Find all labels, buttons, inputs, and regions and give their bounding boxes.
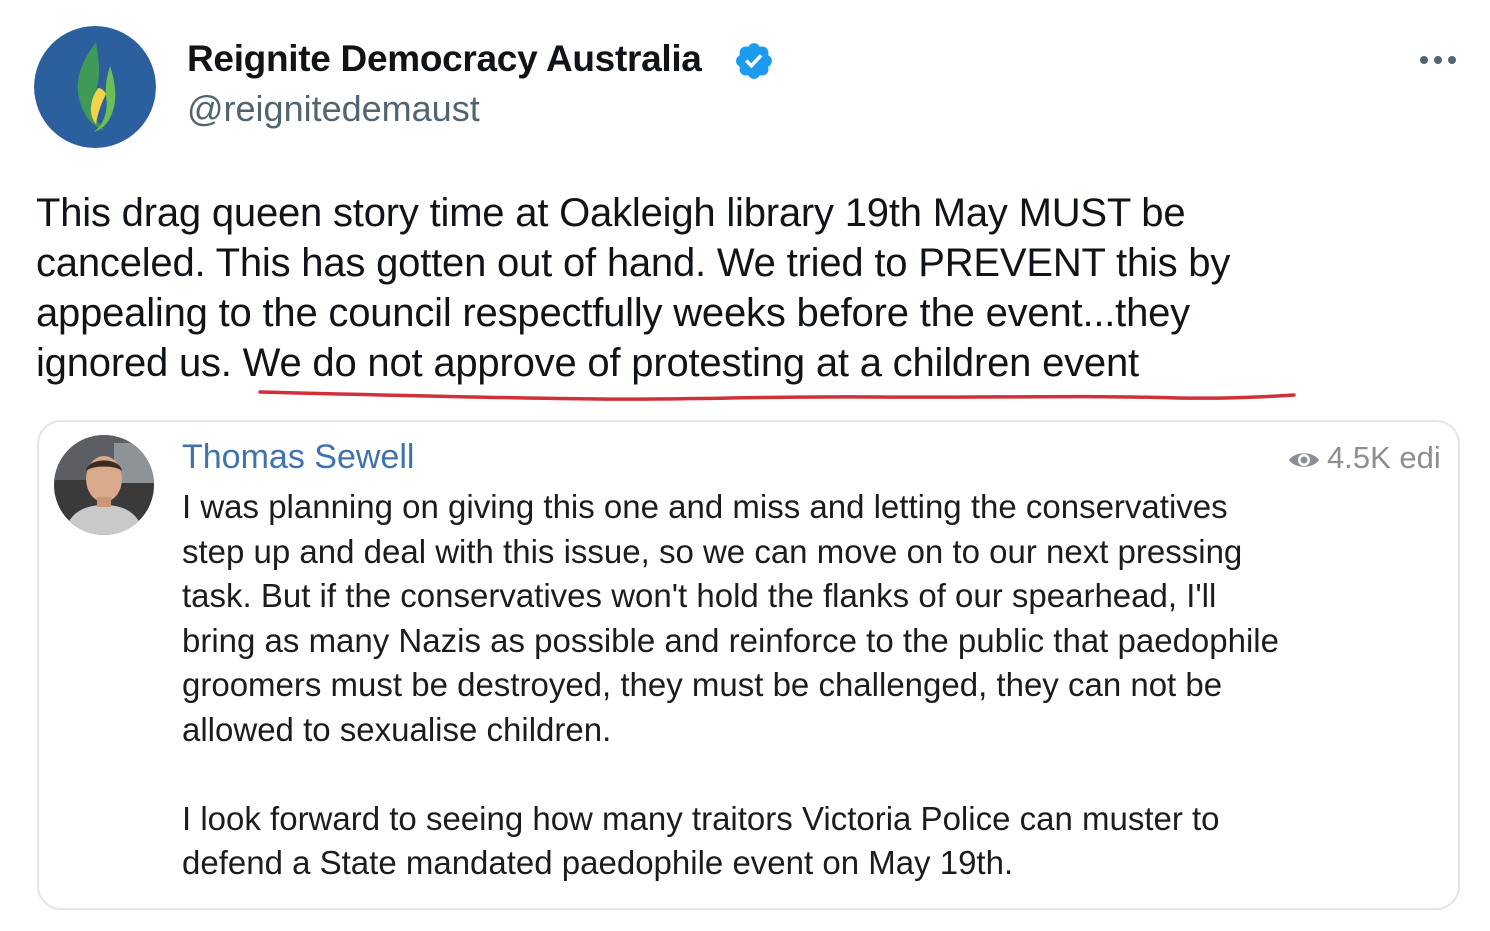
quoted-post-card[interactable]: Thomas Sewell 4.5K edi I was planning on… — [37, 420, 1460, 910]
more-options-icon[interactable] — [1414, 46, 1462, 74]
quote-author-name[interactable]: Thomas Sewell — [182, 438, 414, 477]
author-display-name[interactable]: Reignite Democracy Australia — [187, 38, 702, 80]
author-handle[interactable]: @reignitedemaust — [187, 88, 480, 130]
tweet-line: appealing to the council respectfully we… — [36, 291, 1190, 335]
red-underline-annotation — [258, 390, 1296, 401]
quote-line: I look forward to seeing how many traito… — [182, 799, 1220, 837]
quote-line: bring as many Nazis as possible and rein… — [182, 621, 1279, 659]
quote-line: task. But if the conservatives won't hol… — [182, 577, 1217, 614]
view-count: 4.5K edi — [1287, 440, 1441, 476]
quote-body: I was planning on giving this one and mi… — [182, 485, 1458, 886]
quote-line: defend a State mandated paedophile event… — [182, 844, 1014, 881]
view-count-text: 4.5K edi — [1327, 440, 1441, 475]
quote-line: step up and deal with this issue, so we … — [182, 532, 1243, 570]
person-photo-icon — [54, 435, 154, 535]
tweet-line: canceled. This has gotten out of hand. W… — [36, 241, 1231, 285]
eye-icon — [1289, 453, 1319, 467]
tweet-line-prefix: ignored us. — [36, 341, 243, 385]
quote-line: I was planning on giving this one and mi… — [182, 488, 1228, 525]
quote-line: groomers must be destroyed, they must be… — [182, 666, 1223, 703]
tweet: Reignite Democracy Australia @reignitede… — [0, 0, 1490, 931]
author-avatar[interactable] — [34, 26, 156, 148]
quote-line: allowed to sexualise children. — [182, 710, 612, 748]
flame-logo-icon — [34, 26, 156, 148]
tweet-line-last: ignored us. We do not approve of protest… — [36, 338, 1436, 388]
quote-avatar[interactable] — [54, 435, 154, 535]
tweet-text: This drag queen story time at Oakleigh l… — [36, 188, 1436, 388]
tweet-underlined-text: We do not approve of protesting at a chi… — [242, 341, 1140, 385]
verified-badge-icon — [736, 43, 772, 79]
tweet-line: This drag queen story time at Oakleigh l… — [36, 191, 1186, 235]
